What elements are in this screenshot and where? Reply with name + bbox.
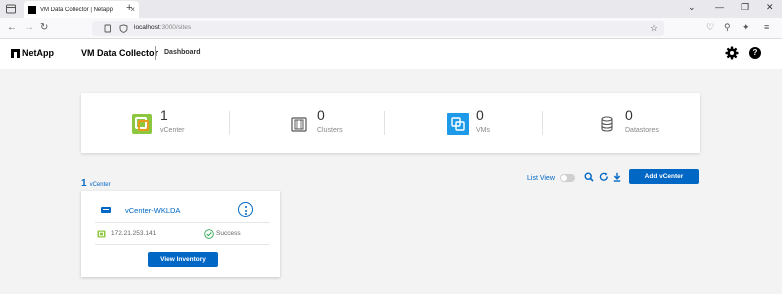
extension-icon[interactable]: ⚲ [724, 22, 731, 33]
tabs-menu-icon[interactable]: ⌄ [688, 2, 696, 13]
app-header: NetApp VM Data Collector Dashboard ? [0, 39, 782, 69]
netapp-logo-text: NetApp [22, 48, 54, 58]
view-inventory-button[interactable]: View Inventory [148, 252, 218, 267]
stat-label: Datastores [625, 127, 659, 134]
new-tab-button[interactable]: + [126, 2, 132, 14]
vcenter-ip: 172.21.253.141 [111, 230, 157, 237]
stat-count: 0 [625, 107, 633, 123]
url-text[interactable]: localhost:3000/sites [134, 24, 191, 31]
netapp-logo[interactable]: NetApp [11, 48, 54, 58]
vcenter-name[interactable]: vCenter-WKLDA [125, 206, 180, 215]
vcenter-count-label: vCenter [89, 182, 111, 188]
stat-label: VMs [476, 127, 490, 134]
browser-tabbar: VM Data Collector | Netapp × + ⌄ — ❐ ✕ [0, 0, 782, 18]
page-info-icon[interactable] [103, 24, 112, 33]
browser-navbar: ← → ↻ localhost:3000/sites ☆ ♡ ⚲ ✦ ≡ [0, 18, 782, 39]
vcenter-card: vCenter-WKLDA 172.21.253.141 Success Vie… [81, 191, 280, 277]
vcenter-count-number: 1 [81, 178, 87, 189]
netapp-logo-icon [11, 48, 20, 58]
stat-count: 0 [317, 107, 325, 123]
stat-label: vCenter [160, 127, 185, 134]
browser-tab[interactable]: VM Data Collector | Netapp × [24, 1, 139, 18]
datastore-icon [601, 116, 613, 132]
stat-count: 0 [476, 107, 484, 123]
refresh-icon[interactable] [599, 172, 609, 182]
forward-icon[interactable]: → [24, 22, 34, 33]
app-menu-icon[interactable]: ≡ [764, 22, 769, 32]
tab-title: VM Data Collector | Netapp [40, 6, 113, 13]
url-bar[interactable]: localhost:3000/sites ☆ [92, 21, 664, 36]
tab-list-icon[interactable] [5, 3, 17, 15]
download-icon[interactable] [612, 172, 622, 182]
app-title: VM Data Collector [81, 48, 159, 58]
close-window-icon[interactable]: ✕ [766, 2, 774, 13]
vcenter-icon [132, 114, 152, 134]
add-vcenter-button[interactable]: Add vCenter [629, 169, 699, 184]
list-view-toggle[interactable] [560, 174, 575, 182]
search-icon[interactable] [584, 172, 594, 182]
card-divider [95, 222, 270, 223]
minimize-icon[interactable]: — [715, 2, 724, 12]
back-icon[interactable]: ← [7, 22, 17, 33]
stat-divider [542, 111, 543, 135]
settings-gear-icon[interactable] [725, 46, 739, 60]
netapp-favicon-icon [28, 5, 36, 14]
stat-divider [384, 111, 385, 135]
bookmark-star-icon[interactable]: ☆ [650, 23, 658, 34]
stat-label: Clusters [317, 127, 343, 134]
vcenter-server-icon [101, 207, 111, 213]
breadcrumb-dashboard[interactable]: Dashboard [164, 49, 201, 56]
vcenter-count: 1 vCenter [81, 173, 111, 191]
shield-icon[interactable] [119, 24, 128, 33]
list-view-label: List View [527, 175, 555, 182]
help-icon[interactable]: ? [749, 47, 761, 59]
reload-icon[interactable]: ↻ [40, 22, 48, 33]
stat-count: 1 [160, 107, 168, 123]
extensions-puzzle-icon[interactable]: ✦ [742, 22, 750, 33]
stat-divider [229, 111, 230, 135]
vcenter-status: Success [216, 230, 241, 237]
success-check-icon [204, 229, 214, 239]
clusters-icon [291, 117, 307, 132]
card-divider [95, 244, 270, 245]
header-divider [155, 46, 156, 60]
pocket-icon[interactable]: ♡ [706, 22, 714, 33]
summary-card: 1 vCenter 0 Clusters 0 VMs 0 Datastores [81, 93, 700, 153]
more-options-icon[interactable] [238, 202, 253, 217]
vm-icon [447, 113, 469, 135]
vcenter-ip-icon [97, 230, 106, 238]
restore-icon[interactable]: ❐ [741, 2, 749, 13]
